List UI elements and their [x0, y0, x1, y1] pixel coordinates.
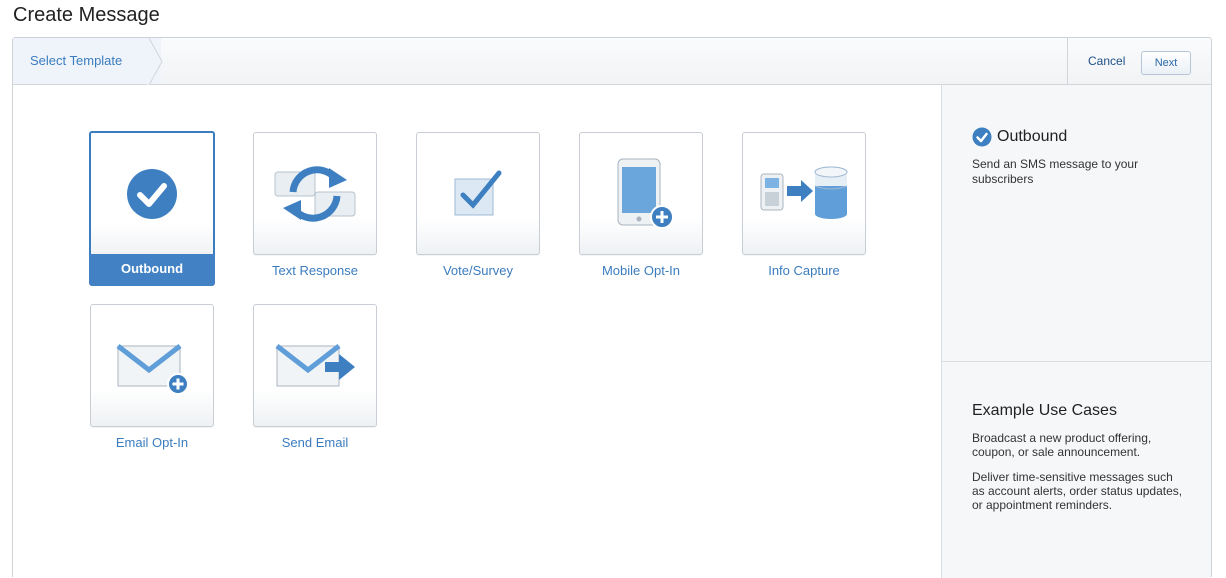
toolbar-actions: Cancel Next: [1067, 38, 1211, 84]
envelope-arrow-icon: [275, 343, 355, 386]
template-summary: Outbound Send an SMS message to your sub…: [942, 85, 1212, 362]
template-label: Email Opt-In: [115, 435, 189, 450]
next-button[interactable]: Next: [1141, 51, 1191, 75]
template-label: Text Response: [272, 263, 358, 278]
sidebar-title-text: Outbound: [997, 128, 1068, 145]
use-cases-section: Example Use Cases Broadcast a new produc…: [942, 362, 1212, 578]
template-label: Mobile Opt-In: [601, 263, 681, 278]
template-email-opt-in[interactable]: Email Opt-In: [90, 304, 214, 450]
template-icon-box: [742, 132, 866, 255]
checkbox-icon: [454, 170, 502, 215]
cancel-button[interactable]: Cancel: [1088, 54, 1125, 68]
template-icon-box: [90, 304, 214, 427]
template-send-email[interactable]: Send Email: [253, 304, 377, 450]
chat-refresh-icon: [274, 165, 356, 222]
template-mobile-opt-in[interactable]: Mobile Opt-In: [579, 132, 703, 278]
template-icon-box: [416, 132, 540, 255]
use-cases-title: Example Use Cases: [972, 402, 1117, 419]
step-arrow-icon: [147, 38, 163, 85]
wizard-toolbar: Select Template Cancel Next: [13, 38, 1211, 85]
template-details-sidebar: Outbound Send an SMS message to your sub…: [941, 85, 1212, 578]
check-circle-icon: [972, 127, 992, 147]
template-outbound[interactable]: Outbound: [89, 131, 215, 286]
sidebar-title: Outbound: [972, 127, 1067, 147]
phone-plus-icon: [617, 158, 674, 229]
template-icon-box: [579, 132, 703, 255]
template-vote-survey[interactable]: Vote/Survey: [416, 132, 540, 278]
template-text-response[interactable]: Text Response: [253, 132, 377, 278]
template-icon-box: [253, 132, 377, 255]
sidebar-description: Send an SMS message to your subscribers: [972, 157, 1139, 186]
template-label: Send Email: [281, 435, 349, 450]
use-case-item: Deliver time-sensitive messages such as …: [972, 470, 1183, 512]
template-label: Outbound: [89, 254, 215, 286]
template-icon-box: [253, 304, 377, 427]
use-case-item: Broadcast a new product offering, coupon…: [972, 431, 1152, 459]
template-info-capture[interactable]: Info Capture: [742, 132, 866, 278]
phone-database-icon: [760, 166, 848, 219]
template-grid: Outbound Text Response Vote/Survey Mobil…: [13, 85, 941, 578]
page-title: Create Message: [13, 4, 160, 26]
create-message-panel: Select Template Cancel Next Outbound Tex…: [12, 37, 1212, 578]
template-icon-box: [89, 131, 215, 254]
envelope-plus-icon: [116, 343, 189, 395]
template-label: Vote/Survey: [442, 263, 514, 278]
check-circle-icon: [127, 168, 177, 219]
step-select-template[interactable]: Select Template: [13, 38, 161, 84]
template-label: Info Capture: [768, 263, 840, 278]
